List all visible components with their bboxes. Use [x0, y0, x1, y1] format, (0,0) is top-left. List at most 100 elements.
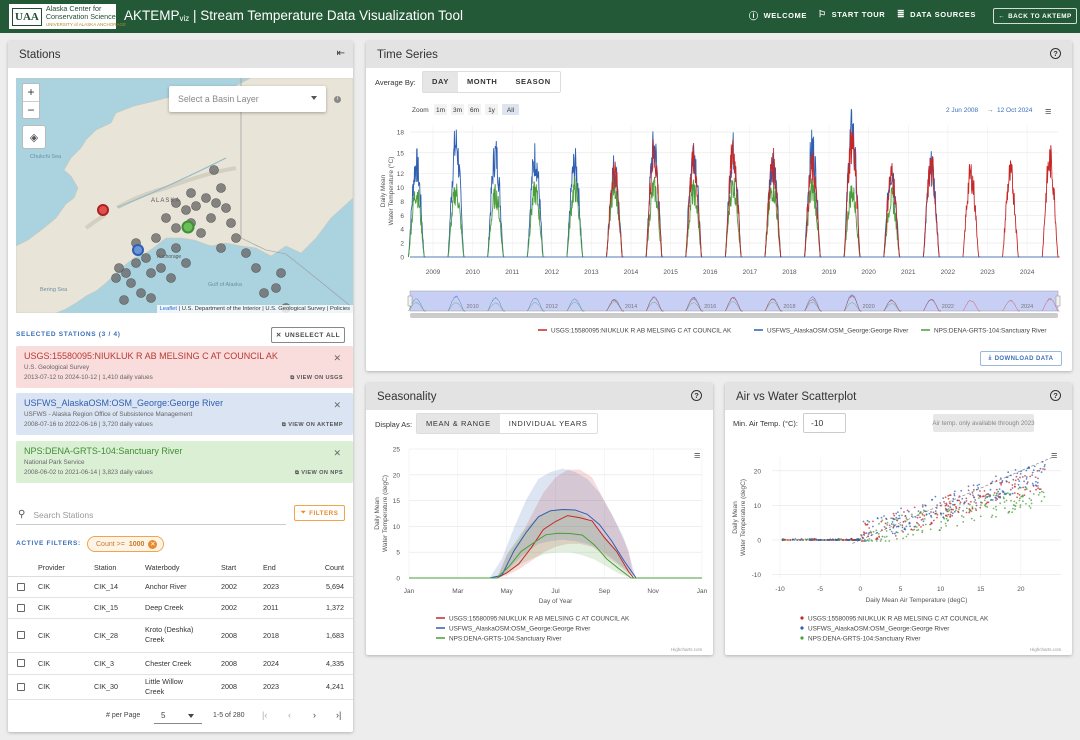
zoom-in-button[interactable]: +	[23, 84, 39, 102]
scatter-point	[949, 506, 952, 509]
individual-years-button[interactable]: INDIVIDUAL YEARS	[500, 414, 597, 433]
series-line-1	[407, 108, 941, 258]
highcharts-credit[interactable]: Highcharts.com	[1030, 647, 1062, 652]
basin-layer-select[interactable]: Select a Basin Layer	[169, 86, 326, 112]
scatter-point	[1041, 490, 1043, 493]
station-card-usfws[interactable]: USFWS_AlaskaOSM:OSM_George:George River …	[16, 393, 353, 435]
first-page-icon[interactable]: |‹	[262, 710, 267, 720]
back-to-aktemp-button[interactable]: ← BACK TO AKTEMP	[993, 8, 1077, 24]
selected-station-nps-marker[interactable]	[181, 220, 195, 234]
table-row[interactable]: CIK CIK_14 Anchor River 2002 2023 5,694	[8, 576, 353, 598]
remove-station-icon[interactable]: ✕	[333, 353, 341, 364]
nav-data-sources[interactable]: ≣ DATA SOURCES	[897, 9, 976, 20]
station-card-usgs[interactable]: USGS:15580095:NIUKLUK R AB MELSING C AT …	[16, 346, 353, 388]
scatter-point	[892, 512, 895, 515]
seasonality-chart[interactable]: ≡ 0 5 10 15 20 25 Jan Mar May Jul Sep Nov Jan Day of …	[366, 440, 713, 654]
zoom-out-button[interactable]: −	[23, 102, 39, 119]
scatter-point	[911, 513, 913, 516]
row-checkbox[interactable]	[17, 603, 25, 612]
range-selector: 1m 3m 6m 1y All	[434, 104, 519, 115]
scatter-chart[interactable]: ≡ -10 0 10 20 -10 -5 0 5 10 15 20 Daily Mean Air Te…	[725, 440, 1072, 654]
scatter-point	[900, 507, 902, 510]
avg-day-button[interactable]: DAY	[423, 72, 458, 92]
avg-season-button[interactable]: SEASON	[506, 72, 559, 92]
range-from[interactable]: 2 Jun 2008	[946, 107, 979, 114]
timeseries-legend[interactable]: USGS:15580095:NIUKLUK R AB MELSING C AT …	[538, 328, 1047, 335]
download-data-button[interactable]: ⤓ DOWNLOAD DATA	[980, 351, 1062, 366]
avg-month-button[interactable]: MONTH	[458, 72, 507, 92]
active-filter-chip[interactable]: Count >= 1000 ✕	[87, 536, 165, 552]
selected-station-usfws-marker[interactable]	[132, 244, 144, 256]
last-page-icon[interactable]: ›|	[336, 710, 341, 720]
row-checkbox[interactable]	[17, 682, 25, 691]
help-icon[interactable]: ?	[1050, 48, 1061, 59]
col-provider[interactable]: Provider	[38, 559, 94, 577]
collapse-panel-icon[interactable]: ⇤	[337, 48, 345, 59]
scatter-point	[944, 496, 947, 499]
station-map[interactable]: Chukchi Sea ALASKA Bering Sea Gulf of Al…	[16, 78, 353, 313]
col-start[interactable]: Start	[221, 559, 263, 577]
timeseries-chart[interactable]: Zoom 1m 3m 6m 1y All 2 Jun 2008 → 12 Oct 202…	[366, 100, 1072, 345]
chart-menu-icon[interactable]: ≡	[1045, 106, 1051, 118]
col-count[interactable]: Count	[303, 559, 353, 577]
logo-mark: UAA	[12, 7, 42, 26]
table-row[interactable]: CIK CIK_3 Chester Creek 2008 2024 4,335	[8, 652, 353, 675]
layers-icon[interactable]: ◈	[22, 125, 46, 149]
chart-menu-icon[interactable]: ≡	[1051, 450, 1057, 462]
scatter-point	[930, 514, 932, 517]
filters-button[interactable]: ⏷ FILTERS	[294, 505, 345, 521]
station-card-nps[interactable]: NPS:DENA-GRTS-104:Sanctuary River Nation…	[16, 441, 353, 483]
basin-info-icon[interactable]: i	[334, 96, 341, 103]
view-on-usgs-link[interactable]: ⧉ VIEW ON USGS	[290, 375, 343, 382]
search-stations-input[interactable]: ⚲ Search Stations	[16, 505, 286, 525]
remove-station-icon[interactable]: ✕	[333, 448, 341, 459]
selected-station-usgs-marker[interactable]	[97, 204, 109, 216]
scatter-point	[1002, 491, 1005, 494]
nav-welcome[interactable]: ⓘ WELCOME	[749, 9, 807, 22]
seasonality-legend[interactable]: USGS:15580095:NIUKLUK R AB MELSING C AT …	[436, 616, 630, 643]
scatter-point	[942, 512, 945, 515]
station-marker	[141, 253, 151, 263]
col-end[interactable]: End	[263, 559, 303, 577]
scatter-point	[908, 521, 911, 524]
timeseries-navigator[interactable]: 2010 2012 2014 2016 2018 2020 2022 2024	[407, 290, 1061, 318]
chart-menu-icon[interactable]: ≡	[694, 450, 700, 462]
scatter-point	[960, 489, 963, 492]
highcharts-credit[interactable]: Highcharts.com	[671, 647, 703, 652]
table-row[interactable]: CIK CIK_28 Kroto (Deshka) Creek 2008 2018 1,6…	[8, 618, 353, 653]
scatter-point	[881, 535, 884, 538]
database-icon: ≣	[897, 9, 906, 19]
scatter-point	[970, 517, 973, 520]
view-on-nps-link[interactable]: ⧉ VIEW ON NPS	[295, 470, 343, 477]
leaflet-link[interactable]: Leaflet	[160, 306, 177, 312]
scatter-point	[938, 529, 941, 532]
y-tick-label: 10	[754, 503, 762, 510]
scatter-point	[979, 490, 981, 492]
uaa-logo[interactable]: UAA Alaska Center for Conservation Scien…	[9, 4, 126, 29]
remove-filter-icon[interactable]: ✕	[148, 539, 158, 549]
row-checkbox[interactable]	[17, 659, 25, 667]
scatter-point	[949, 494, 952, 496]
row-checkbox[interactable]	[17, 631, 25, 639]
scatter-point	[914, 516, 917, 518]
next-page-icon[interactable]: ›	[313, 710, 316, 720]
row-checkbox[interactable]	[17, 582, 25, 591]
remove-station-icon[interactable]: ✕	[333, 400, 341, 411]
table-row[interactable]: CIK CIK_30 Little Willow Creek 2008 2023 4,24…	[8, 674, 353, 700]
view-on-aktemp-link[interactable]: ⧉ VIEW ON AKTEMP	[282, 422, 343, 429]
table-row[interactable]: CIK CIK_15 Deep Creek 2002 2011 1,372	[8, 597, 353, 619]
scatter-point	[855, 539, 858, 541]
help-icon[interactable]: ?	[1050, 390, 1061, 401]
mean-range-button[interactable]: MEAN & RANGE	[417, 414, 500, 433]
nav-start-tour[interactable]: ⚐ START TOUR	[818, 9, 885, 20]
col-waterbody[interactable]: Waterbody	[145, 559, 221, 577]
prev-page-icon[interactable]: ‹	[288, 710, 291, 720]
unselect-all-button[interactable]: ✕ UNSELECT ALL	[271, 327, 345, 343]
scatter-point	[973, 501, 976, 503]
col-station[interactable]: Station	[94, 559, 145, 577]
scatter-legend[interactable]: USGS:15580095:NIUKLUK R AB MELSING C AT …	[800, 616, 989, 643]
help-icon[interactable]: ?	[691, 390, 702, 401]
range-to[interactable]: 12 Oct 2024	[997, 107, 1033, 114]
per-page-select[interactable]: 5	[154, 708, 202, 724]
min-air-temp-input[interactable]: -10	[803, 413, 846, 433]
